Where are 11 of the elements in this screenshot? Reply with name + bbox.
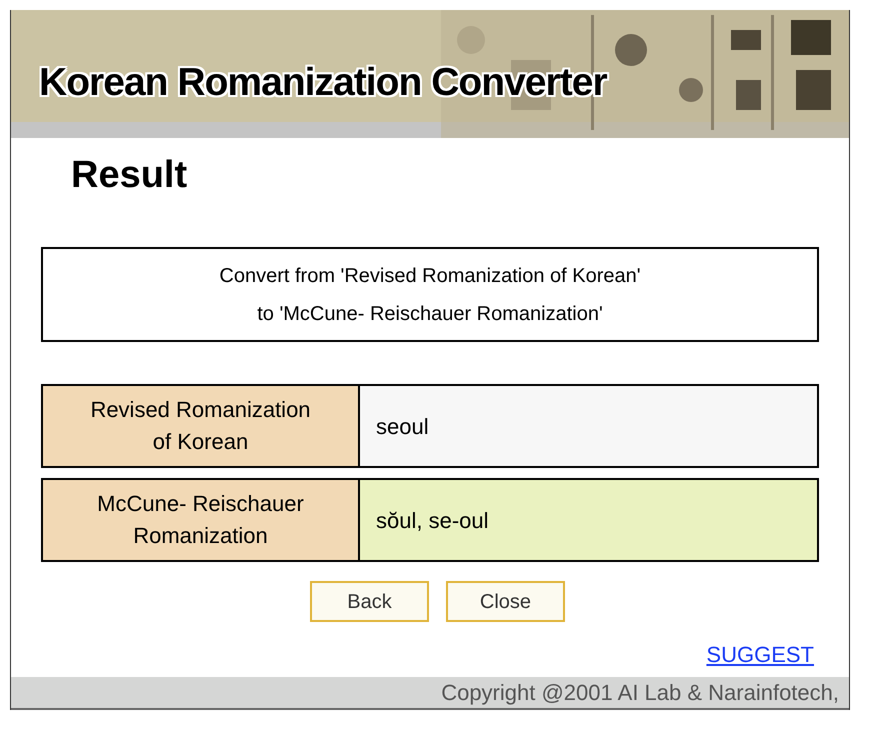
result-value: sŏul, se-oul [360,480,817,560]
suggest-link[interactable]: SUGGEST [706,638,814,671]
row-label: McCune- Reischauer Romanization [43,480,360,560]
conversion-direction: Convert from 'Revised Romanization of Korean' to 'McCune- Reischauer Romanization' [41,247,819,342]
action-button[interactable]: Back [310,581,429,622]
app-title: Korean Romanization Converter [39,60,607,106]
page-heading: Result [71,153,188,198]
row-label: Revised Romanization of Korean [43,386,360,466]
copyright-footer: Copyright @2001 AI Lab & Narainfotech, [11,677,849,710]
action-button[interactable]: Close [446,581,565,622]
input-value: seoul [360,386,817,466]
